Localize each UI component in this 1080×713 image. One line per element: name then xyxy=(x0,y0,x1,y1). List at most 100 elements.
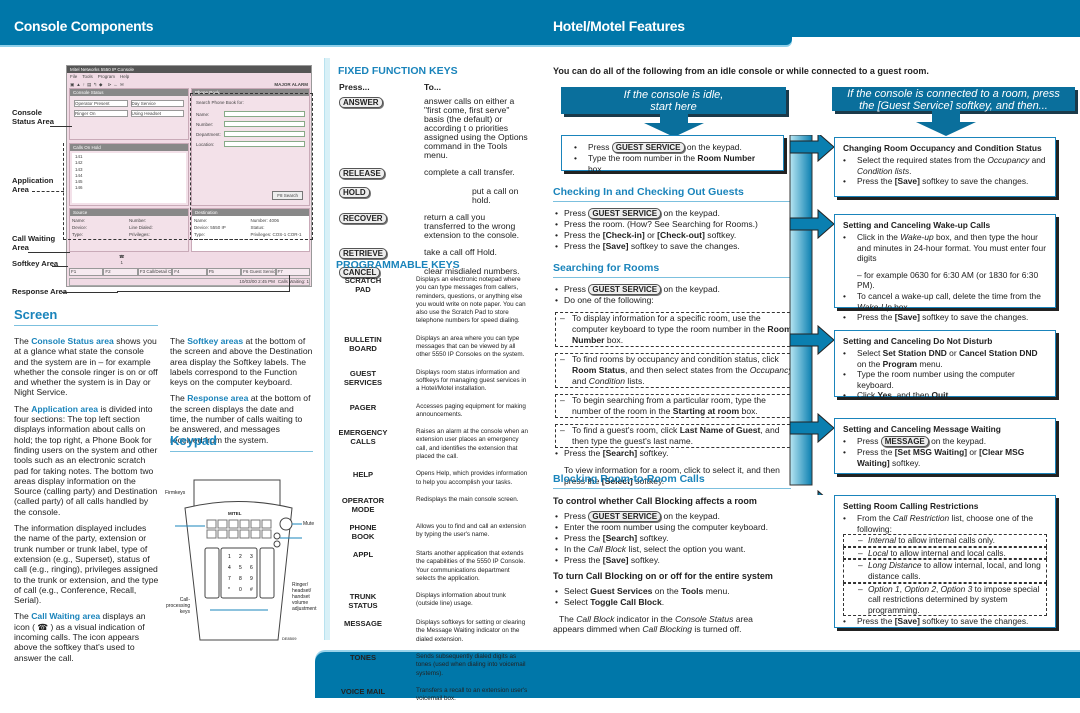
menu-program[interactable]: Program xyxy=(98,74,115,79)
bold-term: Tools xyxy=(681,586,704,596)
highlight-term: Console Status area xyxy=(31,336,114,346)
text: on the keypad. xyxy=(684,142,742,152)
key-description: Displays an area where you can type mess… xyxy=(416,334,525,359)
key-retrieve-button[interactable]: RETRIEVE xyxy=(339,248,388,259)
bold-term: [Save] xyxy=(894,176,920,187)
figure-id: DE8509 xyxy=(282,636,297,641)
status-field[interactable]: Using Headset xyxy=(130,110,184,117)
checking-heading: Checking In and Checking Out Guests xyxy=(553,186,791,202)
italic-term: ☎ xyxy=(37,621,49,632)
key-label: GUEST SERVICE xyxy=(588,284,662,295)
digit-key: 5 xyxy=(239,565,242,571)
bold-term: Last Name of Guest xyxy=(679,425,761,435)
feature-box: Setting Room Calling Restrictions From th… xyxy=(834,495,1056,628)
list-item: Type the room number in the Room Number … xyxy=(574,153,771,174)
firmkey xyxy=(261,529,272,539)
status-field[interactable]: Operator Present xyxy=(74,100,128,107)
window-title: Mitel Networks 5550 IP Console xyxy=(67,66,311,73)
italic-term: Condition lists xyxy=(857,165,910,176)
text: . xyxy=(661,597,665,607)
firmkey xyxy=(239,529,250,539)
col-press: Press... xyxy=(339,82,370,92)
firmkey xyxy=(217,519,228,529)
text: Select xyxy=(564,586,591,596)
blocking-note: The Call Block indicator in the Console … xyxy=(553,614,783,635)
keypad-illustration: 1 2 3 4 5 6 7 8 9 * 0 # xyxy=(175,479,302,641)
toolbar-icons[interactable]: ▣▲↑▤↰◆ ⊳←✉ xyxy=(70,82,126,88)
call-processing-keys-right xyxy=(259,547,275,599)
text: Press xyxy=(564,511,589,521)
fixed-key-row: RELEASE complete a call transfer. xyxy=(339,168,529,179)
status-field[interactable]: Ringer On xyxy=(74,110,128,117)
text: Press the xyxy=(857,176,895,187)
application-area-outline-lower xyxy=(63,143,313,240)
list-item: Do one of the following: xyxy=(555,295,795,306)
text: or xyxy=(644,230,658,240)
italic-term: Occupancy xyxy=(987,155,1030,165)
bold-term: [Search] xyxy=(602,448,638,458)
flow-connector xyxy=(789,135,835,495)
key-name: SCRATCH PAD xyxy=(344,276,382,294)
firmkey xyxy=(228,529,239,539)
paragraph: The information displayed includes the n… xyxy=(14,523,160,605)
paragraph: The Call Waiting area displays an icon (… xyxy=(14,611,160,662)
feature-box-title: Setting Room Calling Restrictions xyxy=(843,501,979,511)
callout-call-waiting: Call Waiting Area xyxy=(12,234,56,252)
feature-box-title: Setting and Canceling Message Waiting xyxy=(843,424,1001,434)
text: on the xyxy=(652,586,682,596)
key-cell: RECOVER xyxy=(339,213,424,240)
digit-key: 9 xyxy=(250,576,253,582)
key-answer-button[interactable]: ANSWER xyxy=(339,97,383,108)
key-description: Displays an electronic notepad where you… xyxy=(416,276,526,325)
key-description: Displays information about trunk (outsid… xyxy=(416,592,506,608)
programmable-key-row: BULLETIN BOARD Displays an area where you… xyxy=(338,335,530,360)
mute-button xyxy=(279,517,293,531)
softkey[interactable]: F1 xyxy=(69,268,104,276)
text: indicator in the xyxy=(614,614,676,624)
bold-term: [Save] xyxy=(894,312,920,323)
highlight-term: Response area xyxy=(187,393,249,404)
text: The xyxy=(14,403,32,414)
programmable-key-row: EMERGENCY CALLS Raises an alarm at the co… xyxy=(338,428,530,461)
text: softkey. xyxy=(637,448,669,458)
digit-key: # xyxy=(250,587,253,593)
text: is divided into four sections: The top l… xyxy=(14,403,158,517)
feature-box-list: Click in the Wake-up box, and then type … xyxy=(843,232,1047,323)
screen-heading: Screen xyxy=(14,307,158,326)
key-name: PHONE BOOK xyxy=(349,522,377,541)
searching-heading: Searching for Rooms xyxy=(553,262,791,278)
list-item: To begin searching from a particular roo… xyxy=(555,394,795,418)
key-recover-button[interactable]: RECOVER xyxy=(339,213,387,224)
text: menu. xyxy=(917,358,943,369)
list-item: Press the [Search] softkey. xyxy=(555,448,795,459)
list-item: Select Set Station DND or Cancel Station… xyxy=(843,348,1047,369)
key-description: Displays room status information and sof… xyxy=(416,368,527,393)
leader-line xyxy=(117,275,290,292)
key-hold-button[interactable]: HOLD xyxy=(339,187,370,198)
digit-key: 3 xyxy=(250,554,253,560)
menu-tools[interactable]: Tools xyxy=(82,74,93,79)
text: lists. xyxy=(625,376,645,386)
text: Press xyxy=(564,208,589,218)
programmable-key-row: MESSAGE Displays softkeys for setting or … xyxy=(338,619,530,644)
fixed-key-row: HOLD put a call on hold. xyxy=(339,187,529,205)
firmkey xyxy=(217,529,228,539)
programmable-key-row: VOICE MAIL Transfers a recall to an exten… xyxy=(338,687,530,704)
feature-box-list: Select the required states from the Occu… xyxy=(843,155,1047,187)
text: softkey. xyxy=(637,533,669,543)
blocking-sub2: To turn Call Blocking on or off for the … xyxy=(553,571,773,581)
key-name: GUEST SERVICES xyxy=(343,368,383,387)
list-item: Press the [Set MSG Waiting] or [Clear MS… xyxy=(843,447,1047,468)
list-item: From the Call Restriction list, choose o… xyxy=(843,513,1047,534)
menu-file[interactable]: File xyxy=(70,74,77,79)
key-label: MESSAGE xyxy=(880,436,929,447)
call-waiting-indicator[interactable]: ☎ 1 xyxy=(119,254,125,265)
status-field[interactable]: Day Service xyxy=(130,100,184,107)
menu-help[interactable]: Help xyxy=(120,74,129,79)
italic-term: Option 3 xyxy=(940,583,973,594)
firmkey xyxy=(250,519,261,529)
highlight-term: Softkey areas xyxy=(187,336,244,346)
key-release-button[interactable]: RELEASE xyxy=(339,168,385,179)
fixed-key-row: RETRIEVE take a call off Hold. xyxy=(339,248,529,259)
text: box. xyxy=(604,335,624,345)
